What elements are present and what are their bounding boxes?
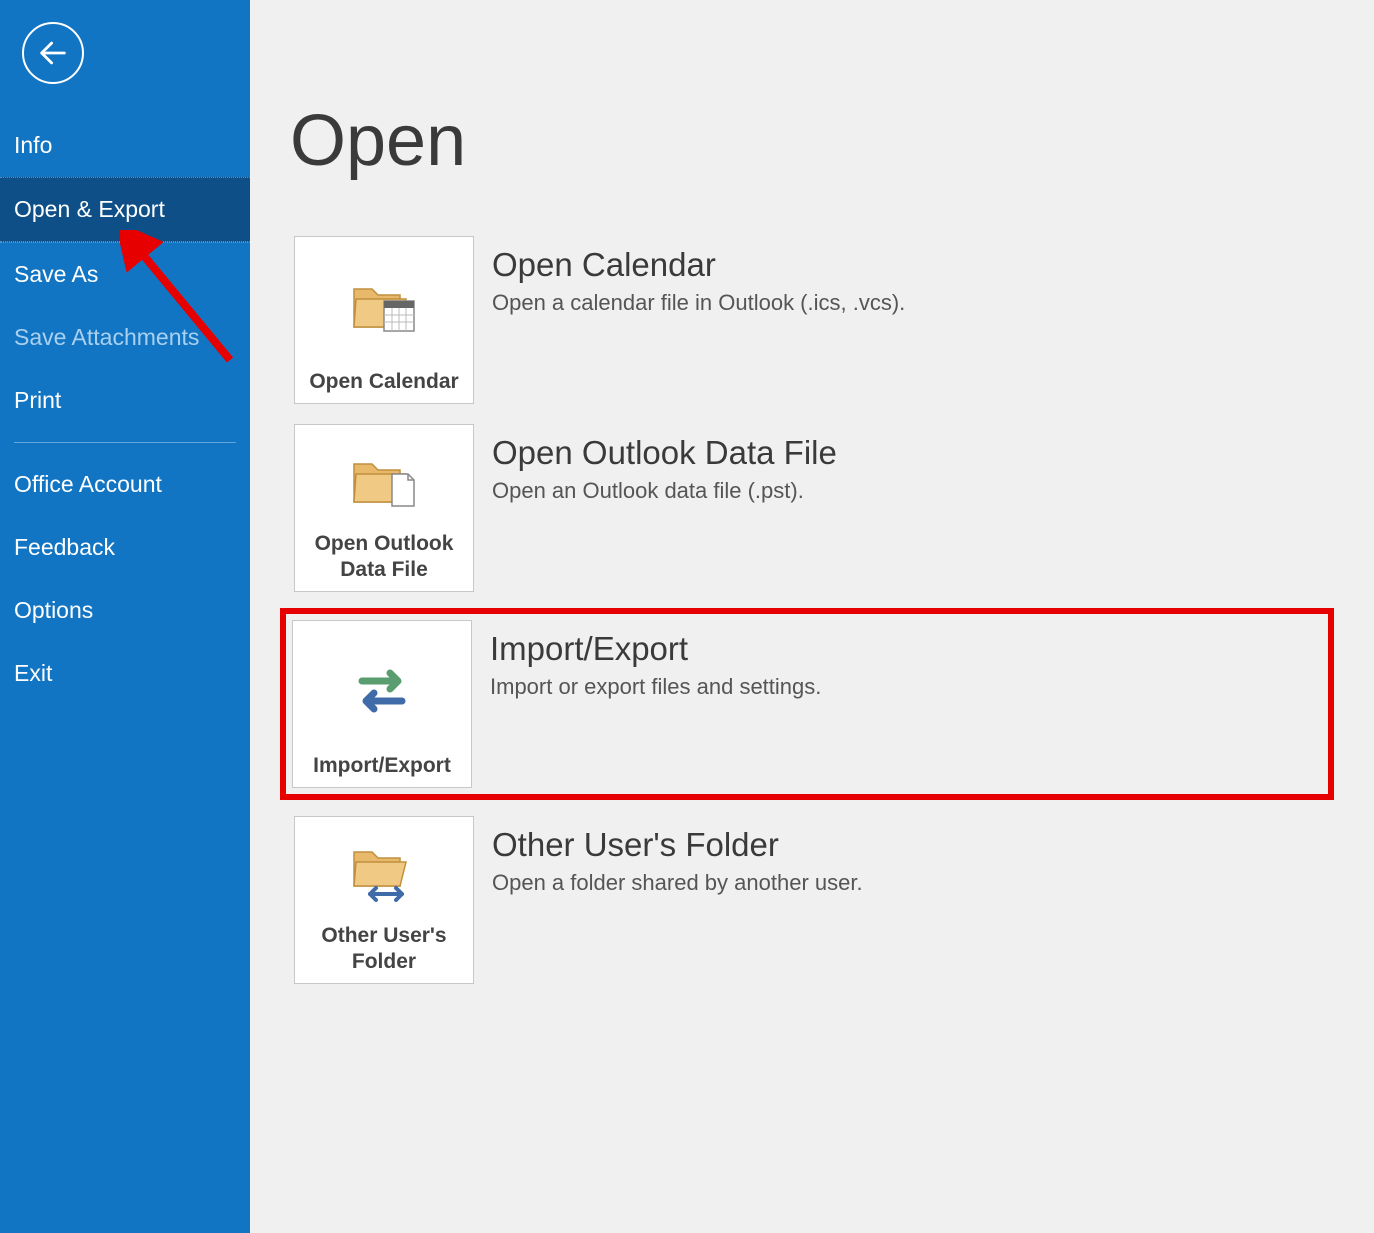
sidebar-item-exit[interactable]: Exit bbox=[0, 642, 250, 705]
sidebar-nav: Info Open & Export Save As Save Attachme… bbox=[0, 114, 250, 705]
open-data-file-button[interactable]: Open Outlook Data File bbox=[294, 424, 474, 592]
option-desc: Open a calendar file in Outlook (.ics, .… bbox=[492, 290, 905, 316]
option-desc: Import or export files and settings. bbox=[490, 674, 821, 700]
option-title: Open Calendar bbox=[492, 246, 905, 284]
option-desc: Open a folder shared by another user. bbox=[492, 870, 863, 896]
sidebar-item-info[interactable]: Info bbox=[0, 114, 250, 177]
option-title: Import/Export bbox=[490, 630, 821, 668]
option-title: Open Outlook Data File bbox=[492, 434, 837, 472]
tile-label: Open Outlook Data File bbox=[303, 531, 465, 584]
main-content: Open Open Calendar Open Calendar Open a … bbox=[250, 0, 1374, 1233]
back-button[interactable] bbox=[22, 22, 84, 84]
option-desc: Open an Outlook data file (.pst). bbox=[492, 478, 837, 504]
sidebar-item-feedback[interactable]: Feedback bbox=[0, 516, 250, 579]
sidebar-item-office-account[interactable]: Office Account bbox=[0, 453, 250, 516]
option-other-users-folder: Other User's Folder Other User's Folder … bbox=[290, 812, 1334, 988]
sidebar-divider bbox=[14, 442, 236, 443]
annotation-highlight-box: Import/Export Import/Export Import or ex… bbox=[280, 608, 1334, 800]
option-open-data-file: Open Outlook Data File Open Outlook Data… bbox=[290, 420, 1334, 596]
folder-file-icon bbox=[352, 454, 416, 510]
option-import-export: Import/Export Import/Export Import or ex… bbox=[292, 620, 1322, 788]
sidebar-item-print[interactable]: Print bbox=[0, 369, 250, 432]
open-calendar-button[interactable]: Open Calendar bbox=[294, 236, 474, 404]
import-export-button[interactable]: Import/Export bbox=[292, 620, 472, 788]
sidebar-item-options[interactable]: Options bbox=[0, 579, 250, 642]
tile-label: Other User's Folder bbox=[303, 923, 465, 976]
tile-label: Open Calendar bbox=[309, 369, 458, 395]
folder-calendar-icon bbox=[352, 279, 416, 335]
arrow-left-icon bbox=[36, 36, 70, 70]
option-open-calendar: Open Calendar Open Calendar Open a calen… bbox=[290, 232, 1334, 408]
other-users-folder-button[interactable]: Other User's Folder bbox=[294, 816, 474, 984]
page-title: Open bbox=[290, 100, 1334, 182]
tile-label: Import/Export bbox=[313, 753, 451, 779]
backstage-sidebar: Info Open & Export Save As Save Attachme… bbox=[0, 0, 250, 1233]
sidebar-item-save-as[interactable]: Save As bbox=[0, 242, 250, 306]
arrows-swap-icon bbox=[350, 663, 414, 719]
folder-share-icon bbox=[352, 844, 416, 904]
sidebar-item-save-attachments: Save Attachments bbox=[0, 306, 250, 369]
option-title: Other User's Folder bbox=[492, 826, 863, 864]
sidebar-item-open-export[interactable]: Open & Export bbox=[0, 177, 250, 242]
